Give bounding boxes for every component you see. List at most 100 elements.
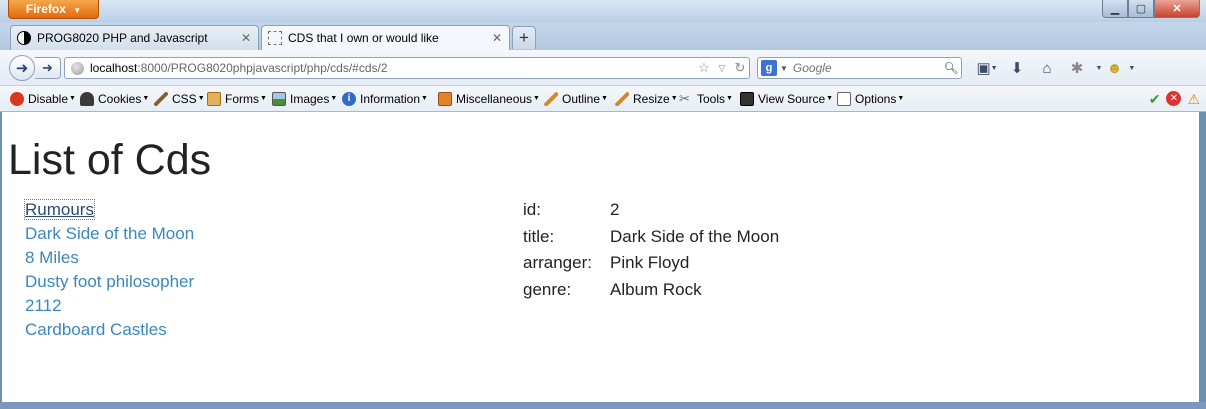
images-icon (272, 92, 286, 106)
page-title: List of Cds (8, 136, 212, 184)
new-tab-button[interactable]: + (512, 26, 536, 49)
information-label: Information (360, 92, 421, 106)
detail-label: arranger: (523, 253, 592, 272)
url-text[interactable]: localhost:8000/PROG8020phpjavascript/php… (90, 61, 695, 75)
images-menu[interactable]: Images ▼ (272, 90, 337, 108)
outline-label: Outline (562, 92, 601, 106)
view-source-menu[interactable]: View Source ▼ (740, 90, 833, 108)
detail-value: Album Rock (610, 279, 702, 299)
chevron-down-icon: ▼ (260, 94, 267, 102)
cookies-menu[interactable]: Cookies ▼ (80, 90, 149, 108)
search-icon[interactable]: 🔍︎ (941, 61, 961, 75)
cd-link[interactable]: 2112 (25, 296, 62, 315)
url-path: :8000/PROG8020phpjavascript/php/cds/#cds… (137, 61, 388, 75)
cd-list-item[interactable]: Rumours (24, 199, 194, 223)
detail-label: title: (523, 226, 555, 246)
information-menu[interactable]: i Information ▼ (342, 90, 428, 108)
cd-link[interactable]: Cardboard Castles (25, 320, 167, 339)
options-label: Options (855, 92, 897, 106)
error-icon[interactable]: ✕ (1166, 91, 1182, 106)
home-icon[interactable]: ⌂ (1032, 58, 1062, 78)
forms-icon (207, 92, 221, 106)
css-label: CSS (172, 92, 197, 106)
search-input[interactable] (792, 61, 941, 75)
cd-list-item[interactable]: Dark Side of the Moon (25, 223, 194, 247)
information-icon: i (342, 92, 356, 106)
bookmarks-menu-icon[interactable]: ▣ ▼ (972, 58, 1002, 78)
css-menu[interactable]: CSS ▼ (154, 90, 205, 108)
cd-list: Rumours Dark Side of the Moon 8 Miles Du… (24, 199, 194, 343)
options-menu[interactable]: Options ▼ (837, 90, 904, 108)
tools-menu[interactable]: ✂ Tools ▼ (679, 90, 733, 108)
web-developer-toolbar: Disable ▼ Cookies ▼ CSS ▼ Forms ▼ Images ▼ iI… (0, 86, 1206, 112)
history-dropdown-icon[interactable]: ▽ (713, 63, 731, 74)
greasemonkey-icon[interactable]: ☻ ▼ (1106, 58, 1136, 78)
minimize-button[interactable]: ▁ (1102, 0, 1128, 18)
tools-icon: ✂ (679, 91, 690, 106)
window-controls: ▁ ▢ ✕ (1102, 0, 1200, 18)
chevron-down-icon: ▼ (826, 94, 834, 102)
chevron-down-icon: ▼ (601, 94, 608, 102)
browser-window: Firefox ▼ ▁ ▢ ✕ PROG8020 PHP and Javascr… (0, 0, 1206, 409)
cd-list-item[interactable]: 2112 (25, 295, 194, 319)
firefox-menu-label: Firefox (25, 2, 66, 16)
options-icon (837, 92, 851, 106)
close-window-button[interactable]: ✕ (1154, 0, 1200, 18)
detail-row-genre: genre: Album Rock (523, 280, 779, 307)
cookies-label: Cookies (98, 92, 142, 106)
back-button[interactable]: ➜ (9, 55, 35, 81)
close-icon: ✕ (1172, 3, 1182, 15)
cd-list-item[interactable]: Cardboard Castles (25, 319, 194, 343)
google-logo-icon[interactable]: g (761, 60, 777, 76)
detail-label: genre: (523, 279, 572, 299)
window-bottom-border (0, 402, 1206, 409)
reload-icon[interactable]: ↻ (731, 60, 749, 76)
disable-menu[interactable]: Disable ▼ (10, 90, 76, 108)
chevron-down-icon: ▼ (330, 94, 338, 102)
firefox-menu-button[interactable]: Firefox ▼ (8, 0, 99, 19)
chevron-down-icon: ▼ (897, 94, 905, 102)
disable-label: Disable (28, 92, 69, 106)
chevron-down-icon: ▼ (73, 6, 82, 15)
cookies-icon (80, 92, 94, 106)
search-engine-dropdown-icon[interactable]: ▼ (780, 64, 788, 73)
chevron-down-icon: ▼ (421, 94, 428, 102)
firebug-menu-icon[interactable]: ▼ (1092, 58, 1106, 78)
maximize-button[interactable]: ▢ (1128, 0, 1154, 18)
url-bar[interactable]: localhost:8000/PROG8020phpjavascript/php… (64, 57, 750, 79)
forward-button[interactable]: ➜ (35, 57, 61, 79)
checkmark-icon[interactable]: ✔ (1149, 91, 1161, 108)
toolbar-icons: ▣ ▼ ⬇ ⌂ ✱ ▼ ☻ ▼ (972, 58, 1136, 78)
globe-icon (71, 61, 84, 75)
cd-list-item[interactable]: Dusty foot philosopher (25, 271, 194, 295)
tab-title: PROG8020 PHP and Javascript (37, 31, 208, 45)
bookmark-star-icon[interactable]: ☆ (695, 60, 713, 76)
cd-link[interactable]: Rumours (24, 199, 95, 220)
tab-prog8020[interactable]: PROG8020 PHP and Javascript ✕ (10, 25, 259, 50)
back-forward-group: ➜ ➜ (9, 55, 66, 81)
navigation-bar: ➜ ➜ localhost:8000/PROG8020phpjavascript… (0, 50, 1206, 86)
firebug-icon[interactable]: ✱ (1062, 58, 1092, 78)
detail-label: id: (523, 200, 541, 219)
detail-value: 2 (610, 200, 620, 219)
close-tab-icon[interactable]: ✕ (489, 31, 505, 45)
detail-row-title: title: Dark Side of the Moon (523, 227, 779, 254)
forms-menu[interactable]: Forms ▼ (207, 90, 267, 108)
yin-yang-favicon-icon (17, 31, 31, 45)
warning-icon[interactable]: ⚠ (1187, 91, 1200, 108)
cd-list-item[interactable]: 8 Miles (25, 247, 194, 271)
cd-link[interactable]: Dusty foot philosopher (25, 272, 194, 291)
resize-menu[interactable]: Resize ▼ (615, 90, 678, 108)
downloads-icon[interactable]: ⬇ (1002, 58, 1032, 78)
forward-arrow-icon: ➜ (42, 60, 53, 75)
chevron-down-icon: ▼ (142, 94, 150, 102)
cd-link[interactable]: 8 Miles (25, 248, 79, 267)
miscellaneous-menu[interactable]: Miscellaneous ▼ (438, 90, 540, 108)
cd-link[interactable]: Dark Side of the Moon (25, 224, 194, 243)
miscellaneous-label: Miscellaneous (456, 92, 533, 106)
outline-icon (544, 92, 558, 106)
url-host: localhost (90, 61, 138, 75)
outline-menu[interactable]: Outline ▼ (544, 90, 608, 108)
tab-cds[interactable]: CDS that I own or would like ✕ (261, 25, 510, 50)
close-tab-icon[interactable]: ✕ (238, 31, 254, 45)
